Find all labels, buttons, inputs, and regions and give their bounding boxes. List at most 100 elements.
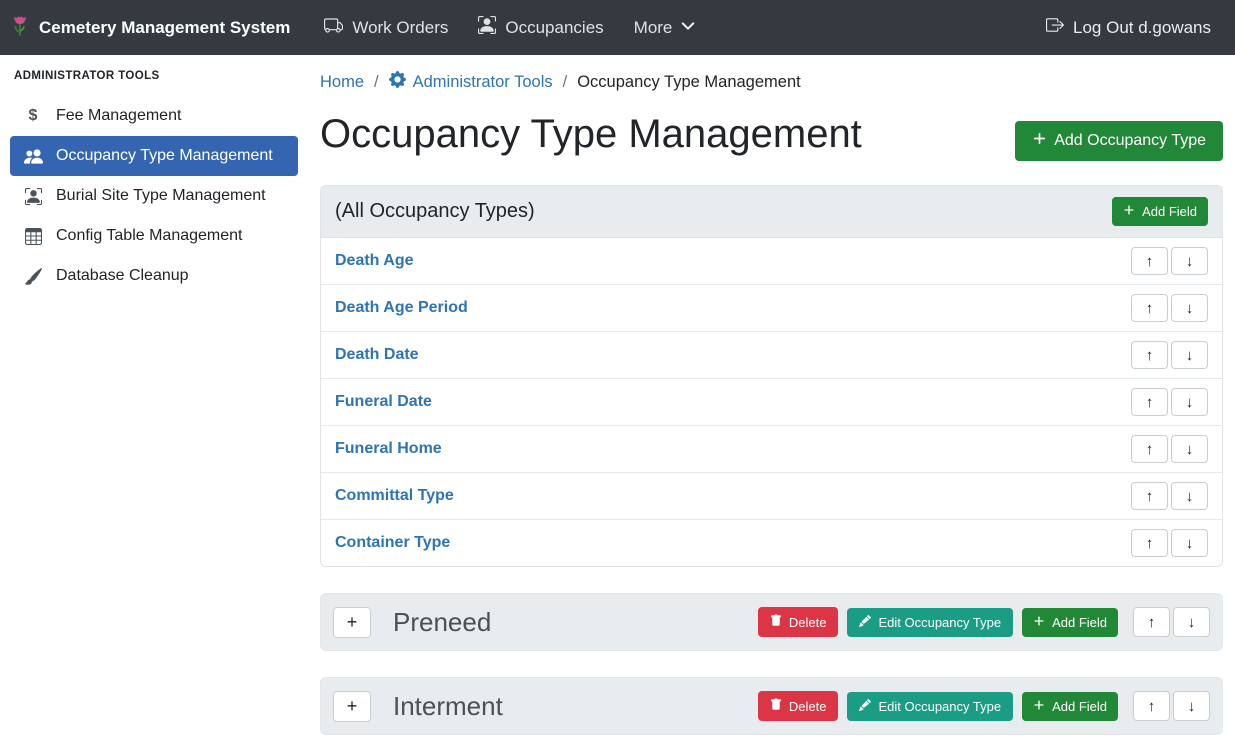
field-link[interactable]: Committal Type bbox=[335, 487, 454, 505]
person-bounding-box-icon bbox=[478, 16, 496, 39]
sidebar-item-occupancy-type-management[interactable]: Occupancy Type Management bbox=[10, 136, 298, 176]
move-up-button[interactable]: ↑ bbox=[1131, 294, 1168, 322]
nav-occupancies-label: Occupancies bbox=[505, 18, 603, 38]
move-down-button[interactable]: ↓ bbox=[1173, 607, 1210, 637]
move-down-button[interactable]: ↓ bbox=[1171, 435, 1208, 463]
sidebar-item-label: Burial Site Type Management bbox=[56, 187, 266, 205]
sidebar-item-burial-site-type-management[interactable]: Burial Site Type Management bbox=[10, 176, 298, 216]
nav-more[interactable]: More bbox=[634, 18, 696, 38]
section-actions: Delete Edit Occupancy Type Add Field ↑ bbox=[758, 607, 1210, 637]
add-field-button[interactable]: Add Field bbox=[1112, 197, 1208, 226]
move-up-button[interactable]: ↑ bbox=[1131, 341, 1168, 369]
logout-label: Log Out d.gowans bbox=[1073, 18, 1211, 38]
sidebar: ADMINISTRATOR TOOLS $ Fee Management Occ… bbox=[0, 55, 308, 738]
logout-button[interactable]: Log Out d.gowans bbox=[1046, 16, 1211, 39]
breadcrumb-current: Occupancy Type Management bbox=[577, 73, 801, 92]
breadcrumb: Home / Administrator Tools / Occupancy T… bbox=[320, 71, 1223, 93]
section-title: Preneed bbox=[393, 607, 491, 638]
box-arrow-right-icon bbox=[1046, 16, 1064, 39]
add-field-button[interactable]: Add Field bbox=[1022, 692, 1118, 721]
field-row: Death Date ↑ ↓ bbox=[321, 332, 1222, 379]
card-header: (All Occupancy Types) Add Field bbox=[321, 186, 1222, 238]
main-content: Home / Administrator Tools / Occupancy T… bbox=[308, 55, 1235, 738]
reorder-controls: ↑ ↓ bbox=[1131, 435, 1208, 463]
sidebar-item-label: Config Table Management bbox=[56, 227, 243, 245]
section-preneed: + Preneed Delete Edit Occupancy Type bbox=[320, 593, 1223, 651]
move-down-button[interactable]: ↓ bbox=[1171, 341, 1208, 369]
app-title: Cemetery Management System bbox=[39, 18, 290, 38]
move-up-button[interactable]: ↑ bbox=[1131, 435, 1168, 463]
field-link[interactable]: Death Date bbox=[335, 346, 419, 364]
edit-occupancy-type-label: Edit Occupancy Type bbox=[878, 615, 1001, 630]
chevron-down-icon bbox=[681, 18, 695, 38]
field-link[interactable]: Funeral Home bbox=[335, 440, 442, 458]
plus-icon bbox=[1033, 615, 1045, 630]
plus-icon bbox=[1032, 131, 1047, 151]
pencil-icon bbox=[859, 615, 871, 630]
sidebar-item-database-cleanup[interactable]: Database Cleanup bbox=[10, 256, 298, 296]
reorder-controls: ↑ ↓ bbox=[1133, 691, 1210, 721]
section-actions: Delete Edit Occupancy Type Add Field ↑ bbox=[758, 691, 1210, 721]
plus-icon bbox=[1123, 204, 1135, 219]
breadcrumb-home-link[interactable]: Home bbox=[320, 73, 364, 92]
trash-icon bbox=[770, 698, 782, 714]
field-link[interactable]: Death Age Period bbox=[335, 299, 468, 317]
edit-occupancy-type-button[interactable]: Edit Occupancy Type bbox=[847, 692, 1013, 721]
nav-work-orders[interactable]: Work Orders bbox=[324, 16, 448, 40]
breadcrumb-separator: / bbox=[563, 73, 568, 92]
top-navbar: Cemetery Management System Work Orders O… bbox=[0, 0, 1235, 55]
delete-button[interactable]: Delete bbox=[758, 607, 839, 637]
move-up-button[interactable]: ↑ bbox=[1131, 529, 1168, 557]
sidebar-item-label: Fee Management bbox=[56, 107, 181, 125]
field-row: Death Age ↑ ↓ bbox=[321, 238, 1222, 285]
nav-more-label: More bbox=[634, 18, 673, 38]
expand-section-button[interactable]: + bbox=[333, 607, 371, 638]
sidebar-item-label: Database Cleanup bbox=[56, 267, 189, 285]
field-link[interactable]: Funeral Date bbox=[335, 393, 432, 411]
pencil-icon bbox=[859, 699, 871, 714]
edit-occupancy-type-button[interactable]: Edit Occupancy Type bbox=[847, 608, 1013, 637]
field-row: Committal Type ↑ ↓ bbox=[321, 473, 1222, 520]
breadcrumb-admin-tools-link[interactable]: Administrator Tools bbox=[389, 71, 553, 93]
move-down-button[interactable]: ↓ bbox=[1171, 529, 1208, 557]
field-row: Death Age Period ↑ ↓ bbox=[321, 285, 1222, 332]
field-row: Container Type ↑ ↓ bbox=[321, 520, 1222, 566]
move-down-button[interactable]: ↓ bbox=[1173, 691, 1210, 721]
field-row: Funeral Date ↑ ↓ bbox=[321, 379, 1222, 426]
move-up-button[interactable]: ↑ bbox=[1131, 388, 1168, 416]
card-title: (All Occupancy Types) bbox=[335, 200, 535, 223]
reorder-controls: ↑ ↓ bbox=[1133, 607, 1210, 637]
field-row: Funeral Home ↑ ↓ bbox=[321, 426, 1222, 473]
page-title: Occupancy Type Management bbox=[320, 111, 862, 157]
reorder-controls: ↑ ↓ bbox=[1131, 529, 1208, 557]
expand-section-button[interactable]: + bbox=[333, 691, 371, 722]
table-icon bbox=[23, 228, 43, 245]
field-link[interactable]: Death Age bbox=[335, 252, 414, 270]
breadcrumb-separator: / bbox=[374, 73, 379, 92]
sidebar-item-fee-management[interactable]: $ Fee Management bbox=[10, 96, 298, 136]
section-interment: + Interment Delete Edit Occupancy Type bbox=[320, 677, 1223, 735]
delete-label: Delete bbox=[789, 699, 827, 714]
move-up-button[interactable]: ↑ bbox=[1133, 691, 1170, 721]
app-brand[interactable]: Cemetery Management System bbox=[10, 11, 290, 44]
field-link[interactable]: Container Type bbox=[335, 534, 450, 552]
move-up-button[interactable]: ↑ bbox=[1133, 607, 1170, 637]
move-up-button[interactable]: ↑ bbox=[1131, 482, 1168, 510]
breadcrumb-admin-tools-label: Administrator Tools bbox=[413, 73, 553, 92]
add-occupancy-type-button[interactable]: Add Occupancy Type bbox=[1015, 121, 1223, 161]
move-down-button[interactable]: ↓ bbox=[1171, 388, 1208, 416]
move-down-button[interactable]: ↓ bbox=[1171, 294, 1208, 322]
reorder-controls: ↑ ↓ bbox=[1131, 341, 1208, 369]
reorder-controls: ↑ ↓ bbox=[1131, 482, 1208, 510]
nav-occupancies[interactable]: Occupancies bbox=[478, 16, 603, 39]
all-occupancy-types-card: (All Occupancy Types) Add Field Death Ag… bbox=[320, 185, 1223, 567]
add-field-label: Add Field bbox=[1142, 204, 1197, 219]
move-up-button[interactable]: ↑ bbox=[1131, 247, 1168, 275]
reorder-controls: ↑ ↓ bbox=[1131, 247, 1208, 275]
add-field-button[interactable]: Add Field bbox=[1022, 608, 1118, 637]
move-down-button[interactable]: ↓ bbox=[1171, 247, 1208, 275]
people-icon bbox=[23, 147, 43, 166]
delete-button[interactable]: Delete bbox=[758, 691, 839, 721]
sidebar-item-config-table-management[interactable]: Config Table Management bbox=[10, 216, 298, 256]
move-down-button[interactable]: ↓ bbox=[1171, 482, 1208, 510]
